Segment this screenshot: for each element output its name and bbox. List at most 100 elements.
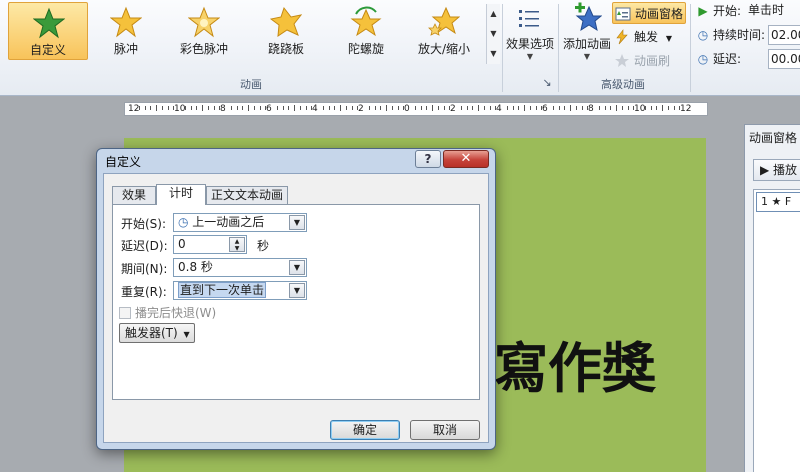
scroll-down-icon[interactable]: ▼ [487, 24, 500, 44]
clock-icon: ◷ [178, 215, 193, 229]
ruler-tick [673, 106, 675, 110]
ruler-tick [575, 106, 577, 110]
ruler-tick [552, 106, 554, 110]
delay-input[interactable]: 00.00 [768, 49, 800, 69]
duration-input[interactable]: 02.00 [768, 25, 800, 45]
effect-custom[interactable]: 自定义 [8, 2, 88, 60]
ruler-tick [570, 105, 571, 111]
start-value: 上一动画之后 [192, 215, 265, 229]
cancel-button[interactable]: 取消 [410, 420, 480, 440]
ruler-tick [150, 106, 152, 110]
tab-text-animation[interactable]: 正文文本动画 [206, 186, 288, 204]
ruler-tick [610, 106, 612, 110]
effect-options-button[interactable]: 效果选项 ▼ [506, 2, 554, 61]
tab-effect[interactable]: 效果 [112, 186, 156, 204]
add-animation-button[interactable]: 添加动画 ▼ [562, 2, 612, 61]
delay-value: 0 [178, 237, 186, 251]
ruler-tick [604, 106, 606, 110]
effect-spin[interactable]: 陀螺旋 [326, 2, 406, 60]
ruler-tick [345, 106, 347, 110]
effect-teeter[interactable]: 跷跷板 [246, 2, 326, 60]
ruler-tick [184, 106, 186, 110]
animation-painter-label: 动画刷 [634, 54, 671, 68]
chevron-down-icon[interactable]: ▼ [289, 215, 305, 230]
ruler-tick [380, 106, 382, 110]
star-custom-icon [33, 7, 65, 39]
ruler-tick [190, 106, 192, 110]
spinner-arrows-icon[interactable]: ▲ ▼ [229, 237, 245, 252]
star-grow-shrink-icon [428, 6, 460, 36]
ruler-tick [299, 106, 301, 110]
effect-label: 彩色脉冲 [179, 42, 228, 56]
trigger-label: 触发 [634, 30, 659, 44]
delay-spinner[interactable]: 0 ▲ ▼ [173, 235, 247, 254]
tab-timing[interactable]: 计时 [156, 184, 206, 205]
ruler-tick [420, 106, 422, 110]
ruler-tick [322, 106, 324, 110]
ruler-tick [196, 106, 198, 110]
dialog-launcher-icon[interactable]: ↘ [540, 76, 554, 89]
ruler-tick [512, 106, 514, 110]
chevron-down-icon[interactable]: ▼ [289, 260, 305, 275]
ruler-number: 6 [542, 104, 548, 114]
ruler-tick [478, 105, 479, 111]
gallery-more-icon[interactable]: ▼ [487, 44, 500, 64]
animation-list-item[interactable]: 1 ★ F [756, 192, 800, 212]
ruler-tick [156, 105, 157, 111]
add-star-icon [575, 2, 603, 32]
rewind-checkbox[interactable] [119, 307, 131, 319]
ruler-tick [144, 106, 146, 110]
ruler-tick [276, 106, 278, 110]
ruler-number: 12 [128, 104, 140, 114]
triggers-button[interactable]: 触发器(T) ▼ [119, 323, 195, 343]
ruler-number: 10 [174, 104, 186, 114]
start-label: 开始: [713, 4, 742, 18]
ruler-tick [535, 106, 537, 110]
play-button[interactable]: ▶ 播放 [753, 159, 800, 181]
effect-options-label: 效果选项 [506, 37, 555, 51]
ruler-tick [236, 106, 238, 110]
ruler-tick [558, 106, 560, 110]
effect-pulse[interactable]: 脉冲 [86, 2, 166, 60]
ruler-number: 8 [588, 104, 594, 114]
period-label: 期间(N): [121, 262, 168, 276]
ruler-tick [202, 105, 203, 111]
ruler-tick [414, 106, 416, 110]
animation-pane-button[interactable]: 动画窗格 [612, 2, 686, 24]
effect-grow-shrink[interactable]: 放大/缩小 [404, 2, 484, 60]
lightning-icon [616, 29, 628, 45]
chevron-down-icon[interactable]: ▼ [289, 283, 305, 298]
ruler-number: 4 [496, 104, 502, 114]
ruler-tick [294, 105, 295, 111]
ruler-tick [627, 106, 629, 110]
start-select[interactable]: ◷ 上一动画之后 ▼ [173, 213, 307, 232]
chevron-down-icon: ▼ [583, 52, 591, 61]
ok-button[interactable]: 确定 [330, 420, 400, 440]
repeat-select[interactable]: 直到下一次单击 ▼ [173, 281, 307, 300]
ruler-tick [472, 106, 474, 110]
ruler-tick [644, 106, 646, 110]
start-select[interactable]: 单击时 [746, 1, 800, 21]
help-button[interactable]: ? [415, 150, 441, 168]
rewind-checkbox-row[interactable]: 播完后快退(W) [119, 304, 216, 321]
ruler-tick [506, 106, 508, 110]
horizontal-ruler: 12 10 8 6 4 2 0 2 4 6 8 10 12 [124, 102, 708, 116]
group-separator [690, 4, 691, 92]
ruler-tick [581, 106, 583, 110]
group-separator [558, 4, 559, 92]
animation-painter-button[interactable]: 动画刷 [612, 50, 686, 72]
ruler-tick [334, 106, 336, 110]
ruler-tick [397, 106, 399, 110]
gallery-scrollbar[interactable]: ▲ ▼ ▼ [486, 4, 500, 64]
animation-group-label: 动画 [240, 78, 262, 91]
animation-effect-gallery: 自定义 脉冲 彩色脉冲 跷跷板 陀螺旋 放大/缩小 ▲ ▼ ▼ [2, 2, 500, 76]
ruler-tick [167, 106, 169, 110]
period-select[interactable]: 0.8 秒 ▼ [173, 258, 307, 277]
effect-color-pulse[interactable]: 彩色脉冲 [164, 2, 244, 60]
scroll-up-icon[interactable]: ▲ [487, 4, 500, 24]
dialog-title: 自定义 [105, 155, 142, 169]
trigger-button[interactable]: 触发 ▼ [612, 26, 686, 48]
delay-unit: 秒 [257, 239, 270, 253]
slide-title-text[interactable]: 寫作獎 [494, 324, 656, 403]
close-button[interactable]: ✕ [443, 150, 489, 168]
